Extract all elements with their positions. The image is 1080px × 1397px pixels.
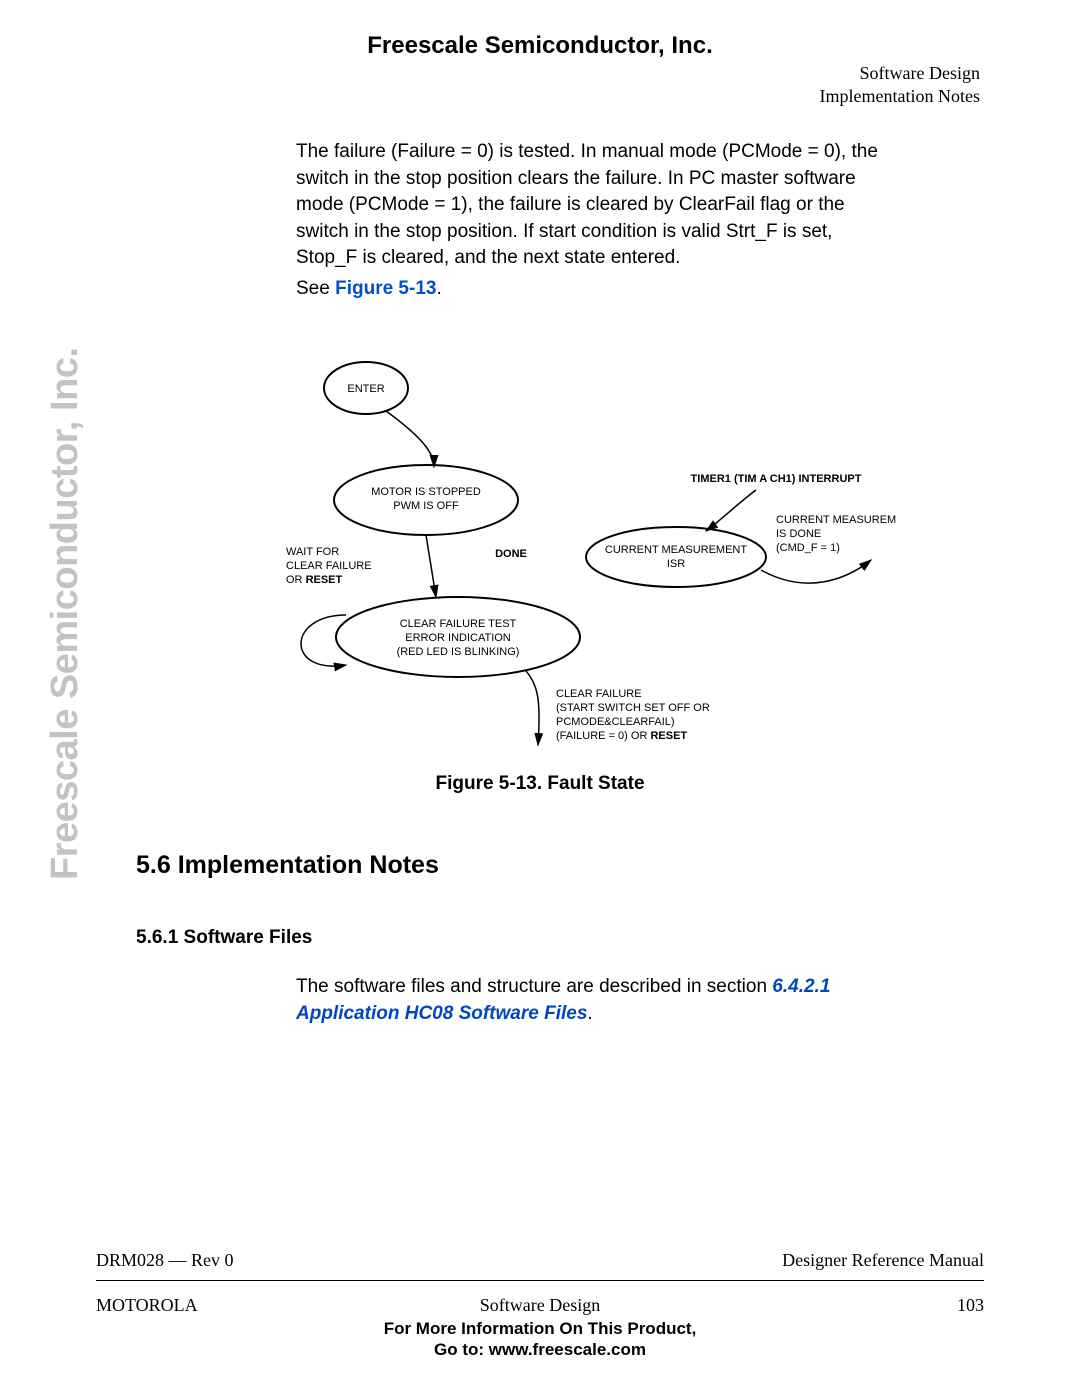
- diagram-isr-line1: CURRENT MEASUREMENT: [605, 544, 747, 556]
- footer-rev: DRM028 — Rev 0: [96, 1250, 234, 1271]
- diagram-cf-line4: (FAILURE = 0) OR RESET: [556, 730, 687, 742]
- diagram-cm-line3: (CMD_F = 1): [776, 542, 840, 554]
- diagram-enter: ENTER: [347, 383, 384, 395]
- footer-rule: [96, 1280, 984, 1281]
- diagram-cf-line2: (START SWITCH SET OFF OR: [556, 702, 710, 714]
- para2-pre: The software files and structure are des…: [296, 976, 772, 997]
- page: Freescale Semiconductor, Inc. Software D…: [0, 0, 1080, 1397]
- watermark: Freescale Semiconductor, Inc.: [44, 348, 87, 881]
- diagram-isr-line2: ISR: [667, 558, 685, 570]
- body-paragraph-1: The failure (Failure = 0) is tested. In …: [296, 139, 886, 272]
- section-heading-5-6: 5.6 Implementation Notes: [136, 851, 439, 880]
- header-line1: Software Design: [820, 62, 980, 85]
- diagram-cf-line1: CLEAR FAILURE: [556, 688, 642, 700]
- para2-post: .: [587, 1003, 592, 1024]
- see-figure-link[interactable]: Figure 5-13: [335, 278, 436, 299]
- diagram-wait-line2: CLEAR FAILURE: [286, 560, 372, 572]
- see-figure-text: See: [296, 278, 335, 299]
- footer-rev-row: DRM028 — Rev 0 Designer Reference Manual: [96, 1250, 984, 1271]
- diagram-wait-line1: WAIT FOR: [286, 546, 339, 558]
- diagram-state2-line2: ERROR INDICATION: [405, 632, 511, 644]
- body-paragraph-2: The software files and structure are des…: [296, 974, 906, 1027]
- diagram-cm-line2: IS DONE: [776, 528, 821, 540]
- footer-more: For More Information On This Product, Go…: [0, 1318, 1080, 1361]
- diagram-done: DONE: [495, 548, 527, 560]
- see-figure-line: See Figure 5-13.: [296, 278, 442, 300]
- footer-center: Software Design: [96, 1295, 984, 1316]
- diagram-state1-line1: MOTOR IS STOPPED: [371, 486, 481, 498]
- footer-more-line2: Go to: www.freescale.com: [0, 1339, 1080, 1360]
- footer-line2: Software Design MOTOROLA 103: [96, 1295, 984, 1316]
- diagram-cm-line1: CURRENT MEASUREMENT: [776, 514, 896, 526]
- diagram-cf-line3: PCMODE&CLEARFAIL): [556, 716, 675, 728]
- fault-state-diagram: ENTER MOTOR IS STOPPED PWM IS OFF WAIT F…: [276, 345, 896, 775]
- diagram-timer: TIMER1 (TIM A CH1) INTERRUPT: [691, 473, 862, 485]
- diagram-state2-line3: (RED LED IS BLINKING): [397, 646, 520, 658]
- header-line2: Implementation Notes: [820, 85, 980, 108]
- page-header-company: Freescale Semiconductor, Inc.: [0, 32, 1080, 60]
- subheading-5-6-1: 5.6.1 Software Files: [136, 927, 312, 949]
- figure-caption: Figure 5-13. Fault State: [0, 773, 1080, 795]
- footer-manual: Designer Reference Manual: [782, 1250, 984, 1271]
- footer-more-line1: For More Information On This Product,: [0, 1318, 1080, 1339]
- page-header-section: Software Design Implementation Notes: [820, 62, 980, 109]
- see-figure-period: .: [436, 278, 441, 299]
- diagram-state1-line2: PWM IS OFF: [393, 500, 459, 512]
- diagram-state2-line1: CLEAR FAILURE TEST: [400, 618, 517, 630]
- diagram-wait-line3: OR RESET: [286, 574, 343, 586]
